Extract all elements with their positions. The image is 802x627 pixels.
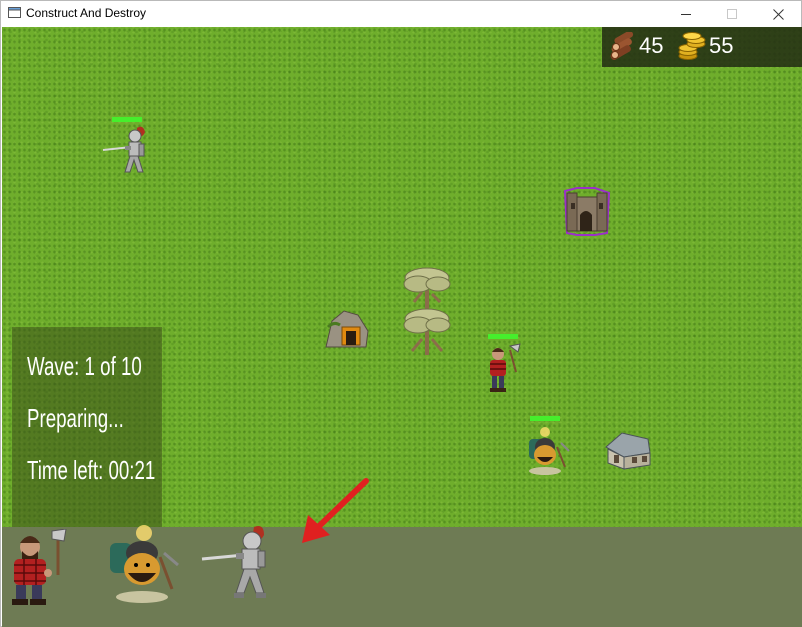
title-bar[interactable]: Construct And Destroy (1, 1, 801, 27)
wave-info-panel: Wave: 1 of 10 Preparing... Time left: 00… (12, 327, 162, 527)
close-button[interactable] (755, 1, 801, 27)
miner-unit[interactable] (519, 425, 571, 477)
window-title: Construct And Destroy (26, 6, 147, 20)
gold-coins-icon (678, 32, 706, 60)
minimize-button[interactable] (663, 1, 709, 27)
wood-logs-icon (610, 32, 634, 60)
wood-count: 45 (639, 33, 664, 58)
tree-bottom[interactable] (400, 305, 454, 357)
lumberjack-portrait-icon (12, 529, 67, 605)
close-icon (772, 8, 784, 20)
miner-portrait-icon (110, 525, 179, 603)
enemy-castle-building[interactable] (561, 185, 613, 239)
time-left: Time left: 00:21 (27, 455, 156, 485)
wave-counter: Wave: 1 of 10 (27, 351, 142, 381)
gold-mine-building[interactable] (322, 307, 372, 353)
lumberjack-unit[interactable] (480, 342, 526, 394)
wave-status: Preparing... (27, 403, 124, 433)
red-arrow-icon (302, 478, 369, 543)
knight-unit[interactable] (101, 124, 153, 180)
minimize-icon (680, 13, 691, 15)
unit-slot-knight[interactable] (200, 526, 280, 627)
knight-portrait-icon (201, 526, 266, 598)
app-window-icon (8, 7, 21, 18)
unit-slot-lumberjack[interactable] (2, 527, 82, 627)
maximize-button[interactable] (709, 1, 755, 27)
game-map[interactable]: 45 55 Wave: 1 of 10 Preparing... Time le… (2, 27, 802, 627)
maximize-icon (726, 8, 737, 19)
knight-health-bar (112, 117, 142, 122)
resource-panel: 45 55 (602, 27, 802, 67)
unit-selection-bar (2, 478, 802, 627)
lumberjack-health-bar (488, 334, 518, 339)
miner-health-bar (530, 416, 560, 421)
game-window: Construct And Destroy 45 55 Wave: 1 of 1… (0, 0, 802, 627)
house-building[interactable] (602, 427, 654, 471)
gold-count: 55 (709, 33, 734, 58)
unit-slot-miner[interactable] (102, 525, 182, 627)
